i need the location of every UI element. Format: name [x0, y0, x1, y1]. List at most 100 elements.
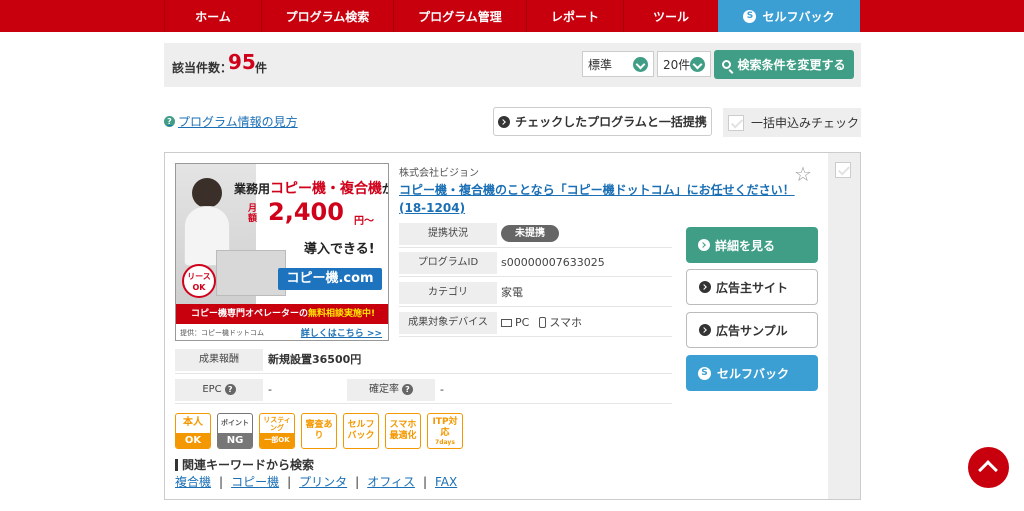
tag-top: リスティング [263, 416, 291, 432]
info-label: カテゴリ [399, 282, 497, 304]
info-label: 提携状況 [399, 223, 497, 245]
device-list: PC スマホ [501, 312, 582, 334]
nav-program-search[interactable]: プログラム検索 [261, 0, 393, 32]
nav-tools[interactable]: ツール [623, 0, 718, 32]
selfback-icon: S [743, 9, 757, 23]
change-search-label: 検索条件を変更する [737, 58, 846, 72]
info-label: 成果対象デバイス [399, 312, 497, 334]
tag-smartphone-optimized: スマホ最適化 [385, 413, 421, 449]
banner-price: 2,400 [268, 198, 344, 226]
keywords-title: 関連キーワードから検索 [175, 459, 314, 471]
sort-select[interactable]: 標準 [582, 51, 654, 77]
arrow-right-icon [498, 115, 511, 128]
keyword-separator: | [287, 475, 292, 489]
nav-selfback-label: セルフバック [762, 9, 835, 24]
epc-value: - [268, 383, 272, 396]
epc-rate-row: EPC? - 確定率? - [175, 379, 672, 404]
program-checkbox[interactable] [835, 162, 851, 178]
banner-headline: 業務用コピー機・複合機が [234, 178, 388, 198]
selfback-button[interactable]: S セルフバック [686, 355, 818, 391]
per-page-select[interactable]: 20件 [657, 51, 711, 77]
banner-yen: 円〜 [354, 216, 374, 227]
advertiser-site-button[interactable]: 広告主サイト [686, 269, 818, 305]
keyword-separator: | [355, 475, 360, 489]
program-title-link[interactable]: コピー機・複合機のことなら「コピー機ドットコム」にお任せください！(18-120… [399, 181, 809, 217]
selfback-icon: S [698, 366, 711, 380]
tag-itp: ITP対応 7days [427, 413, 463, 449]
selfback-label: セルフバック [717, 366, 790, 381]
chevron-down-icon [633, 57, 648, 72]
device-sp: スマホ [549, 316, 582, 329]
tag-bottom: OK [176, 433, 210, 448]
per-page-select-value: 20件 [663, 57, 691, 72]
reward-row: 成果報酬 新規設置36500円 [175, 349, 672, 374]
keyword-separator: | [219, 475, 224, 489]
scroll-to-top-button[interactable] [968, 447, 1009, 488]
advertiser-name: 株式会社ビジョン [399, 168, 479, 179]
banner-headline-prefix: 業務用 [234, 182, 271, 196]
keyword-link[interactable]: 複合機 [175, 475, 211, 489]
change-search-button[interactable]: 検索条件を変更する [714, 50, 854, 79]
reward-value: 新規設置36500円 [268, 353, 362, 366]
tag-itp-text: ITP対応 [432, 416, 458, 438]
info-row-program-id: プログラムID s00000007633025 [399, 252, 672, 277]
ad-sample-button[interactable]: 広告サンプル [686, 312, 818, 348]
banner-copier [216, 250, 286, 296]
tag-self-ok: 本人 OK [175, 413, 211, 449]
keyword-link[interactable]: プリンタ [299, 475, 347, 489]
tag-bottom: NG [218, 433, 252, 448]
rate-label: 確定率? [347, 379, 435, 401]
tag-selfback: セルフバック [343, 413, 379, 449]
bulk-checkbox[interactable] [728, 114, 744, 131]
nav-program-manage[interactable]: プログラム管理 [393, 0, 526, 32]
smartphone-icon [539, 317, 547, 328]
banner-headline-main: コピー機・複合機 [270, 181, 383, 197]
epc-label: EPC? [175, 379, 263, 401]
banner-subline: 導入できる! [304, 242, 375, 257]
count-unit: 件 [255, 61, 268, 75]
bulk-apply-label: チェックしたプログラムと一括提携 [515, 115, 707, 129]
program-id: s00000007633025 [501, 256, 605, 269]
rate-label-text: 確定率 [369, 384, 399, 395]
bulk-check-toggle[interactable]: 一括申込みチェック [723, 108, 861, 137]
keyword-link[interactable]: オフィス [367, 475, 415, 489]
keyword-link[interactable]: コピー機 [231, 475, 279, 489]
keyword-link[interactable]: FAX [435, 475, 457, 489]
banner-month: 月額 [248, 204, 258, 224]
question-icon[interactable]: ? [402, 384, 413, 395]
reward-label: 成果報酬 [175, 349, 263, 371]
info-row-category: カテゴリ 家電 [399, 282, 672, 307]
nav-home[interactable]: ホーム [164, 0, 261, 32]
details-button[interactable]: 詳細を見る [686, 227, 818, 263]
banner-strip: コピー機専門オペレーターの無料相談実施中! [176, 304, 388, 324]
help-link-label: プログラム情報の見方 [178, 115, 298, 129]
program-banner[interactable]: 業務用コピー機・複合機が 月額 2,400 円〜 導入できる! リース OK コ… [175, 163, 389, 341]
info-label: プログラムID [399, 252, 497, 274]
count-label: 該当件数： [172, 61, 233, 75]
favorite-star-icon[interactable]: ☆ [794, 162, 812, 186]
banner-strip-prefix: コピー機専門オペレーターの [190, 309, 308, 319]
info-row-devices: 成果対象デバイス PC スマホ [399, 312, 672, 337]
result-count: 95 [228, 50, 256, 74]
result-count-bar: 該当件数： 95 件 標準 20件 検索条件を変更する [164, 43, 861, 87]
banner-headline-suffix: が [382, 182, 388, 196]
epc-label-text: EPC [202, 384, 222, 395]
tag-review: 審査あり [301, 413, 337, 449]
keyword-separator: | [422, 475, 427, 489]
question-icon[interactable]: ? [224, 384, 236, 395]
bulk-check-label: 一括申込みチェック [751, 116, 860, 130]
nav-report[interactable]: レポート [526, 0, 623, 32]
banner-more-link[interactable]: 詳しくはこちら >> [301, 326, 382, 339]
banner-lease-badge: リース OK [182, 264, 216, 298]
sort-select-value: 標準 [588, 57, 613, 72]
program-card: 業務用コピー機・複合機が 月額 2,400 円〜 導入できる! リース OK コ… [164, 152, 861, 500]
question-icon: ? [164, 116, 175, 127]
chevron-down-icon [690, 57, 705, 72]
banner-logo: コピー機.com [278, 268, 382, 290]
pc-icon [501, 319, 512, 327]
help-link[interactable]: ? プログラム情報の見方 [164, 113, 298, 130]
bulk-apply-button[interactable]: チェックしたプログラムと一括提携 [493, 107, 712, 136]
nav-selfback[interactable]: S セルフバック [718, 0, 860, 32]
arrow-right-icon [698, 239, 710, 251]
rate-value: - [440, 383, 444, 396]
